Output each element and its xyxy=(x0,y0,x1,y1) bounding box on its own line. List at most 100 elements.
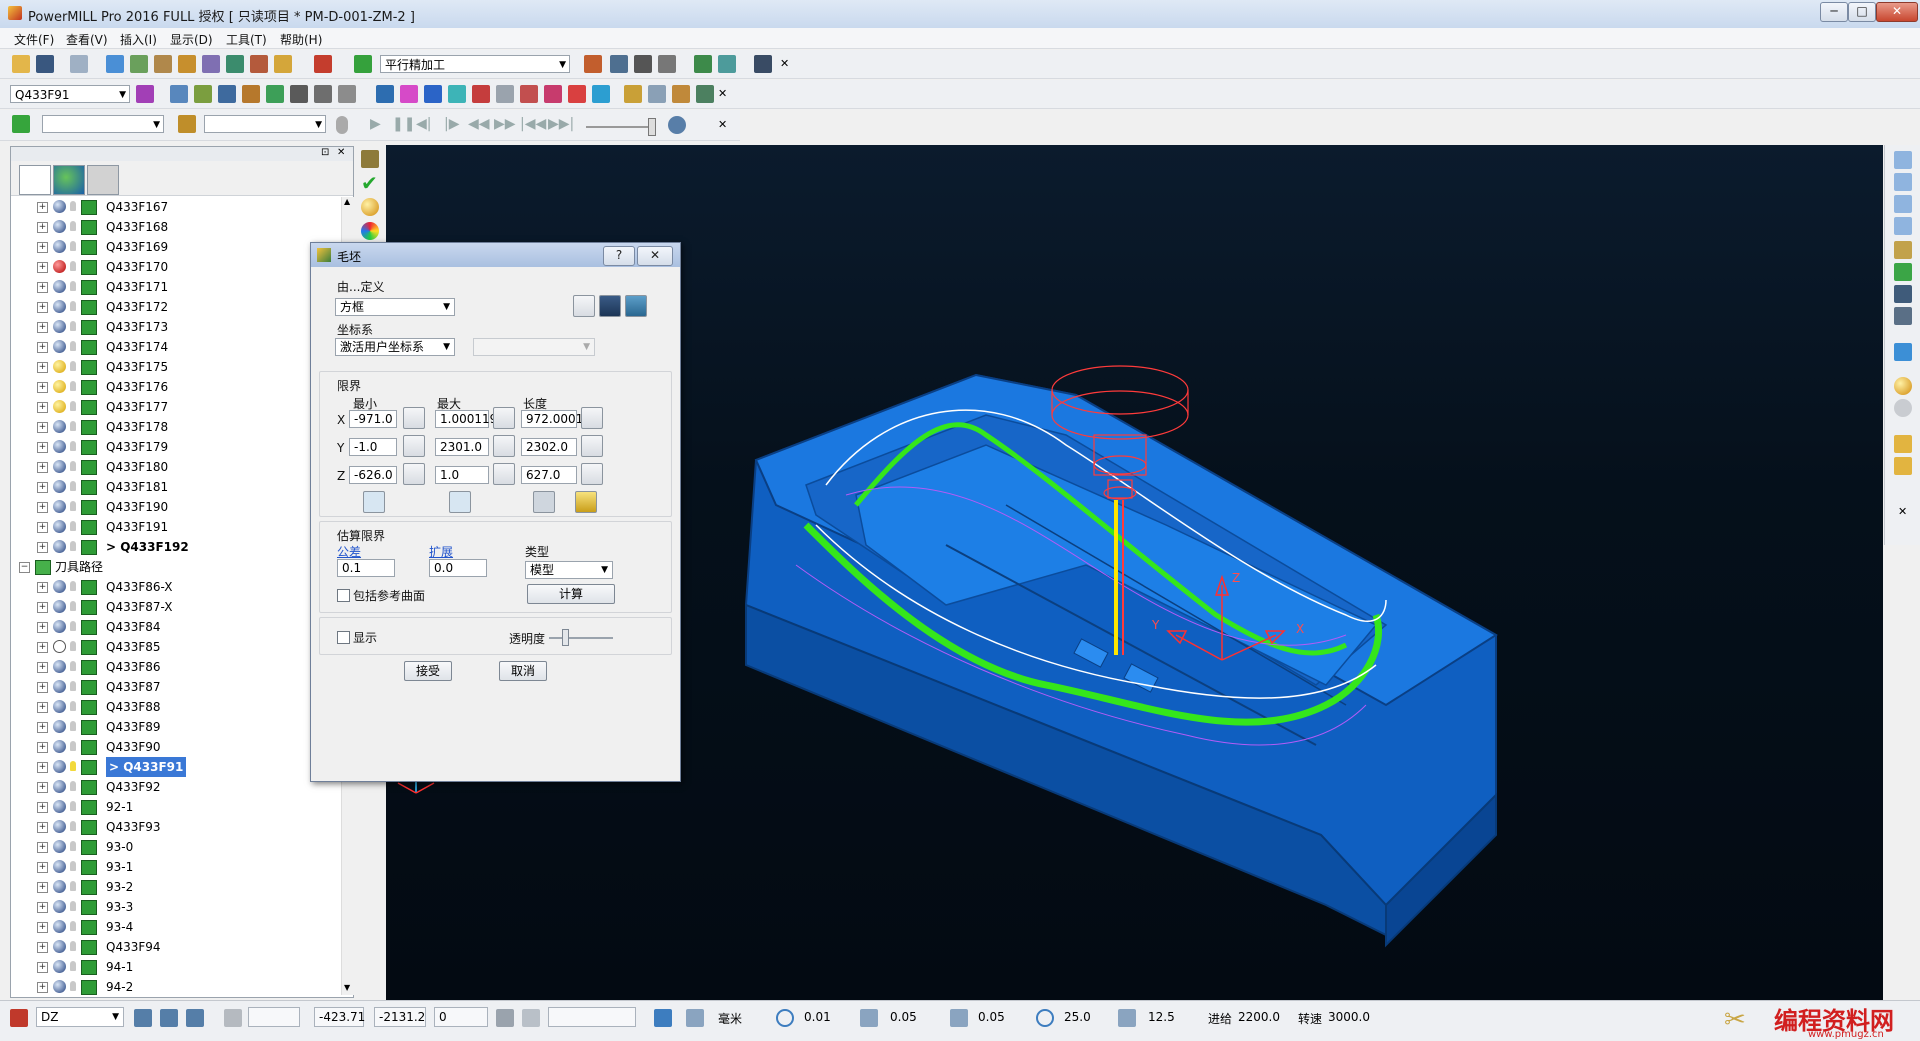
calculate-button[interactable]: 计算 xyxy=(527,584,615,604)
strategy-select[interactable]: 平行精加工 ▼ xyxy=(380,55,570,73)
expand-icon[interactable]: + xyxy=(37,382,48,393)
tree-item[interactable]: + Q433F88 xyxy=(11,697,341,717)
lightbulb-icon[interactable] xyxy=(70,261,76,271)
toolpath-select[interactable]: Q433F91 ▼ xyxy=(10,85,130,103)
expand-icon[interactable]: + xyxy=(37,822,48,833)
expand-icon[interactable]: + xyxy=(37,362,48,373)
z-len-lock-button[interactable] xyxy=(581,463,603,485)
sim-toolpath-icon[interactable] xyxy=(12,115,30,133)
z-max-field[interactable]: 1.0 xyxy=(435,466,489,484)
measure-icon[interactable] xyxy=(634,55,652,73)
y-min-field[interactable]: -1.0 xyxy=(349,438,397,456)
cut-icon[interactable] xyxy=(584,55,602,73)
tree-item[interactable]: + Q433F84 xyxy=(11,617,341,637)
expand-icon[interactable]: + xyxy=(37,642,48,653)
tree-item[interactable]: + Q433F170 xyxy=(11,257,341,277)
cancel-button[interactable]: 取消 xyxy=(499,661,547,681)
lightbulb-icon[interactable] xyxy=(70,461,76,471)
tree-item[interactable]: + Q433F87-X xyxy=(11,597,341,617)
expand-icon[interactable]: + xyxy=(37,862,48,873)
toolbar3-close-icon[interactable]: ✕ xyxy=(718,118,727,131)
x-max-lock-button[interactable] xyxy=(493,407,515,429)
lightbulb-icon[interactable] xyxy=(70,481,76,491)
lightbulb-icon[interactable] xyxy=(70,741,76,751)
tree-item[interactable]: + Q433F87 xyxy=(11,677,341,697)
tree-item[interactable]: + Q433F93 xyxy=(11,817,341,837)
expand-icon[interactable]: + xyxy=(37,742,48,753)
tree-item[interactable]: + Q433F90 xyxy=(11,737,341,757)
coord-select[interactable]: 激活用户坐标系 ▼ xyxy=(335,338,455,356)
lightbulb-icon[interactable] xyxy=(70,401,76,411)
sim-speed-thumb[interactable] xyxy=(648,118,656,136)
levels-icon[interactable] xyxy=(274,55,292,73)
transparent-icon[interactable] xyxy=(448,85,466,103)
tree-item[interactable]: +92-1 xyxy=(11,797,341,817)
lightbulb-icon[interactable] xyxy=(70,601,76,611)
lightbulb-icon[interactable] xyxy=(70,621,76,631)
crosshair-icon[interactable] xyxy=(718,55,736,73)
rewind-icon[interactable]: ◀◀ xyxy=(468,116,490,132)
expand-icon[interactable]: + xyxy=(37,982,48,993)
scroll-down-icon[interactable]: ▼ xyxy=(344,983,350,992)
pin-icon[interactable] xyxy=(648,85,666,103)
lightbulb-icon[interactable] xyxy=(70,541,76,551)
tolerance-field[interactable]: 0.1 xyxy=(337,559,395,577)
save-block-button[interactable] xyxy=(599,295,621,317)
transparency-thumb[interactable] xyxy=(562,629,569,646)
load-block-button[interactable] xyxy=(573,295,595,317)
expand-icon[interactable]: + xyxy=(37,902,48,913)
toolbar2-close-icon[interactable]: ✕ xyxy=(718,87,727,100)
tree-item[interactable]: + Q433F85 xyxy=(11,637,341,657)
menu-insert[interactable]: 插入(I) xyxy=(120,31,157,48)
tree-item[interactable]: + Q433F168 xyxy=(11,217,341,237)
lightbulb-icon[interactable] xyxy=(70,361,76,371)
reorder-icon[interactable] xyxy=(266,85,284,103)
expand-icon[interactable]: + xyxy=(37,662,48,673)
lightbulb-icon[interactable] xyxy=(70,381,76,391)
material-view-icon[interactable] xyxy=(1894,377,1912,395)
pattern-icon[interactable] xyxy=(250,55,268,73)
expand-icon[interactable]: + xyxy=(37,722,48,733)
probe-icon[interactable] xyxy=(694,55,712,73)
close-panel-icon[interactable]: ✕ xyxy=(337,147,345,158)
workplane-edit-icon[interactable] xyxy=(186,1009,204,1027)
select-cursor-icon[interactable] xyxy=(1894,435,1912,453)
lightbulb-icon[interactable] xyxy=(70,681,76,691)
open-icon[interactable] xyxy=(12,55,30,73)
y-max-field[interactable]: 2301.0 xyxy=(435,438,489,456)
lock-all-button[interactable] xyxy=(533,491,555,513)
menu-file[interactable]: 文件(F) xyxy=(14,31,54,48)
view-iso1-icon[interactable] xyxy=(1894,151,1912,169)
menu-help[interactable]: 帮助(H) xyxy=(280,31,322,48)
tree-item[interactable]: +94-1 xyxy=(11,957,341,977)
lightbulb-icon[interactable] xyxy=(70,501,76,511)
accept-button[interactable]: 接受 xyxy=(404,661,452,681)
z-min-field[interactable]: -626.0 xyxy=(349,466,397,484)
strategy-icon[interactable] xyxy=(354,55,372,73)
expand-icon[interactable]: + xyxy=(37,582,48,593)
globe-tab-icon[interactable] xyxy=(53,165,85,195)
sim-speed-slider[interactable] xyxy=(586,126,656,128)
expand-icon[interactable]: + xyxy=(37,942,48,953)
lightbulb-icon[interactable] xyxy=(70,281,76,291)
save-icon[interactable] xyxy=(36,55,54,73)
y-len-lock-button[interactable] xyxy=(581,435,603,457)
tree-folder[interactable]: − 刀具路径 xyxy=(11,557,341,577)
expand-icon[interactable]: + xyxy=(37,342,48,353)
minimize-button[interactable]: ─ xyxy=(1820,2,1848,22)
x-min-field[interactable]: -971.0 xyxy=(349,410,397,428)
tree-item[interactable]: + Q433F177 xyxy=(11,397,341,417)
type-select[interactable]: 模型 ▼ xyxy=(525,561,613,579)
toolbar-close-icon[interactable]: ✕ xyxy=(780,57,789,70)
tree-item[interactable]: + Q433F86 xyxy=(11,657,341,677)
tree-item[interactable]: + Q433F89 xyxy=(11,717,341,737)
expand-icon[interactable]: + xyxy=(37,222,48,233)
tree-item[interactable]: +93-3 xyxy=(11,897,341,917)
x-min-lock-button[interactable] xyxy=(403,407,425,429)
lightbulb-icon[interactable] xyxy=(70,301,76,311)
scroll-up-icon[interactable]: ▲ xyxy=(344,197,350,206)
tree-item[interactable]: + Q433F190 xyxy=(11,497,341,517)
lightbulb-icon[interactable] xyxy=(70,961,76,971)
tree-item[interactable]: + Q433F86-X xyxy=(11,577,341,597)
leads-icon[interactable] xyxy=(178,55,196,73)
